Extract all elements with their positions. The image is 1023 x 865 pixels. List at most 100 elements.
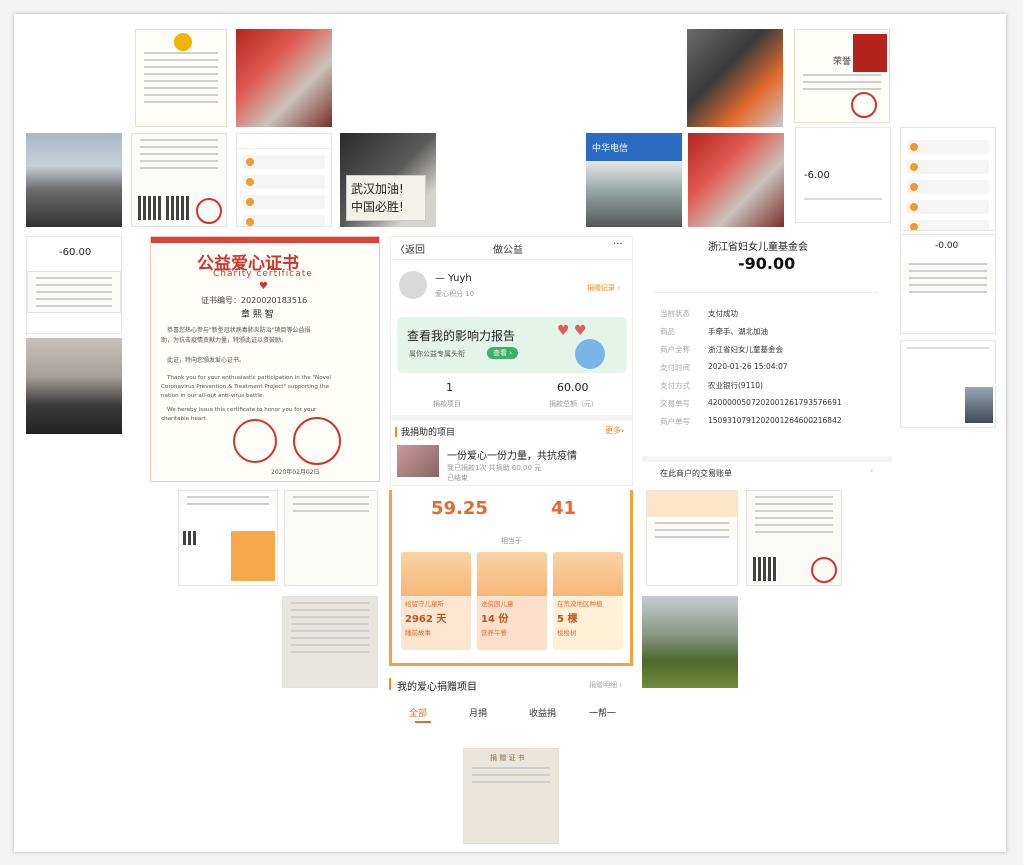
receipt-thumbnail-right: -0.00 <box>900 234 996 334</box>
back-button[interactable]: 〈返回 <box>395 241 425 256</box>
receipt-thumbnail-left: -60.00 <box>26 236 122 334</box>
cert-body-cn-3: 此证，特向您颁发爱心证书。 <box>167 357 246 364</box>
impact-card-label: 给留守儿童听 <box>405 600 444 608</box>
outdoor-group-photo <box>642 596 738 688</box>
letter-with-qr-thumbnail <box>131 133 227 227</box>
stat-project-count: 1 <box>446 381 453 394</box>
checkpoint-photo <box>26 133 122 227</box>
receipt-row-value: 1509310791202001264600216842 <box>708 416 842 425</box>
handwritten-letter-thumbnail <box>282 596 378 688</box>
cert-body-en-2: Coronavirus Prevention & Treatment Proje… <box>161 384 329 390</box>
booth-photo: 中华电信 <box>586 133 682 227</box>
small-receipt-amount: -6.00 <box>804 170 830 181</box>
receipt-row: 支付方式 农业银行(9110) <box>660 380 880 398</box>
tab-2[interactable]: 收益捐 <box>529 706 556 719</box>
app-header: 〈返回 做公益 ··· <box>391 237 632 260</box>
receipt-row-value: 农业银行(9110) <box>708 381 763 390</box>
stat-amount: 60.00 <box>557 381 589 394</box>
impact-card-label: 送贫困儿童 <box>481 600 514 608</box>
cert-body-cn-2: 助，为抗击疫情贡献力量，特颁此证以资鼓励。 <box>161 337 288 344</box>
tab-1[interactable]: 月捐 <box>469 706 487 719</box>
receipt-row-label: 商户单号 <box>660 417 690 426</box>
project-title[interactable]: 一份爱心一份力量，共抗疫情 <box>447 447 577 462</box>
app-title: 做公益 <box>493 245 523 256</box>
receipt-row: 支付时间 2020-01-26 15:04:07 <box>660 362 880 380</box>
impact-card-illustration <box>477 552 547 596</box>
donation-detail-link[interactable]: 捐赠明细 › <box>589 680 622 690</box>
impact-value-2: 41 <box>551 498 577 519</box>
red-booth-photo <box>688 133 784 227</box>
app-screens-thumbnail <box>178 490 278 586</box>
heart-icon: ♥ ♥ <box>557 323 587 339</box>
section-more-link[interactable]: 更多› <box>605 425 624 436</box>
tab-0[interactable]: 全部 <box>409 706 427 719</box>
receipt-row: 商户全称 浙江省妇女儿童基金会 <box>660 344 880 362</box>
avatar <box>399 271 427 299</box>
donation-list-title: 我的爱心捐赠项目 <box>397 682 477 693</box>
donation-record-link[interactable]: 捐赠记录 › <box>587 283 620 293</box>
cert-body-en-1: Thank you for your enthusiastic particip… <box>167 375 331 381</box>
project-donated: 我已捐款1次 共捐助 60.00 元 <box>447 464 542 472</box>
impact-card-sub: 梭梭树 <box>557 629 577 637</box>
impact-cards: 给留守儿童听 2962 天睡前故事 送贫困儿童 14 份营养午餐 在荒漠地区种植 5 棵梭… <box>401 552 623 650</box>
donation-tabs: 全部 月捐 收益捐 一帮一 <box>389 706 633 726</box>
impact-card-label: 在荒漠地区种植 <box>557 600 603 608</box>
receipt-row-label: 商户全称 <box>660 345 690 354</box>
receipt-row-value: 支付成功 <box>708 309 738 318</box>
more-menu-button[interactable]: ··· <box>613 239 623 250</box>
seal-right <box>293 417 341 465</box>
impact-card-sub: 睡前故事 <box>405 629 431 637</box>
sign-text-2: 中国必胜! <box>351 200 404 214</box>
volunteer-photo <box>236 29 332 127</box>
project-thumbnail <box>397 445 439 477</box>
cert-body-cn-1: 恭喜您热心参与"新型冠状病毒肺炎防治"项目等公益捐 <box>167 327 311 334</box>
impact-card-illustration <box>401 552 471 596</box>
user-name: — Yuyh <box>435 273 472 284</box>
impact-card-sub: 营养午餐 <box>481 629 507 637</box>
banner-title: 查看我的影响力报告 <box>407 329 516 343</box>
receipt-row-label: 商品 <box>660 327 675 336</box>
impact-value-1: 59.25 <box>431 498 488 519</box>
stat-amount-label: 捐款总额（元） <box>549 400 598 408</box>
donation-list-thumbnail <box>900 127 996 231</box>
receipt-row-label: 当前状态 <box>660 309 690 318</box>
certificate-thumbnail <box>135 29 227 127</box>
chevron-left-icon: 〈 <box>395 245 405 256</box>
receipt-left-amount: -60.00 <box>59 247 92 258</box>
banner-subtitle: 属你公益专属头衔 <box>409 350 465 358</box>
impact-card-value: 2962 天 <box>405 614 447 625</box>
impact-card: 在荒漠地区种植 5 棵梭梭树 <box>553 552 623 650</box>
group-photo <box>26 338 122 434</box>
impact-report: 59.25 41 相当于 给留守儿童听 2962 天睡前故事 送贫困儿童 14 份营养… <box>389 490 633 726</box>
impact-caption: 相当于 <box>501 537 522 545</box>
tab-3[interactable]: 一帮一 <box>589 706 616 719</box>
impact-card: 给留守儿童听 2962 天睡前故事 <box>401 552 471 650</box>
receipt-thumbnail-small: -6.00 <box>795 127 891 223</box>
letter-qr-thumbnail <box>746 490 842 586</box>
impact-card-illustration <box>553 552 623 596</box>
donation-record-thumbnail <box>900 340 996 428</box>
banner-view-button[interactable]: 查看 › <box>487 347 519 359</box>
receipt-row-label: 交易单号 <box>660 399 690 408</box>
app-screenshot-thumbnail <box>236 133 332 227</box>
certificate-subtitle: Charity certificate <box>213 269 313 279</box>
payment-receipt: 浙江省妇女儿童基金会 -90.00 当前状态 支付成功 商品 手牵手、湖北加油 商户全称… <box>642 230 892 488</box>
figure-illustration <box>575 339 605 369</box>
receipt-far-right-amount: -0.00 <box>935 241 959 251</box>
receipt-row-value: 浙江省妇女儿童基金会 <box>708 345 783 354</box>
impact-banner[interactable]: 查看我的影响力报告 属你公益专属头衔 查看 › ♥ ♥ <box>397 317 627 373</box>
sign-text-1: 武汉加油! <box>351 182 404 196</box>
receipt-row: 交易单号 4200000507202001261793576691 <box>660 398 880 416</box>
active-tab-indicator <box>415 721 431 723</box>
donation-cert-title: 捐 赠 证 书 <box>490 754 525 762</box>
sign-photo: 武汉加油! 中国必胜! <box>340 133 436 227</box>
recipient-name: 章 熙 智 <box>241 310 274 320</box>
seal-left <box>233 419 277 463</box>
form-thumbnail <box>284 490 378 586</box>
receipt-amount: -90.00 <box>738 254 796 273</box>
merchant-bill-link[interactable]: 在此商户的交易账单 <box>660 468 732 479</box>
donation-app-screen: 〈返回 做公益 ··· — Yuyh 爱心积分 10 捐赠记录 › 查看我的影响… <box>390 236 633 486</box>
impact-card-value: 14 份 <box>481 614 509 625</box>
chevron-right-icon: › <box>870 466 874 476</box>
user-points: 爱心积分 10 <box>435 290 475 298</box>
